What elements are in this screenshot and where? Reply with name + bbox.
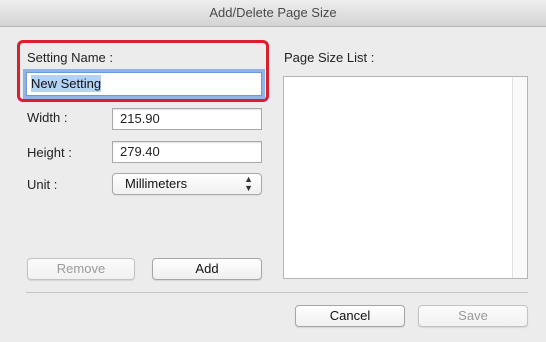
remove-button[interactable]: Remove	[27, 258, 135, 280]
setting-name-input[interactable]: New Setting	[26, 72, 262, 96]
unit-select-value: Millimeters	[125, 176, 188, 191]
height-label: Height :	[27, 145, 72, 160]
list-scrollbar[interactable]	[512, 77, 527, 278]
page-size-list[interactable]	[283, 76, 528, 279]
width-input[interactable]: 215.90	[112, 108, 262, 130]
window-title: Add/Delete Page Size	[209, 5, 337, 20]
updown-chevron-icon: ▲ ▼	[244, 174, 253, 193]
save-button[interactable]: Save	[418, 305, 528, 327]
add-button[interactable]: Add	[152, 258, 262, 280]
unit-select[interactable]: Millimeters ▲ ▼	[112, 173, 262, 195]
width-label: Width :	[27, 110, 68, 125]
footer-separator	[26, 292, 528, 293]
setting-name-label: Setting Name :	[27, 50, 113, 65]
cancel-button[interactable]: Cancel	[295, 305, 405, 327]
height-input[interactable]: 279.40	[112, 141, 262, 163]
page-size-list-label: Page Size List :	[284, 50, 375, 65]
unit-label: Unit :	[27, 177, 58, 192]
window-titlebar: Add/Delete Page Size	[0, 0, 546, 27]
setting-name-value: New Setting	[31, 75, 102, 92]
